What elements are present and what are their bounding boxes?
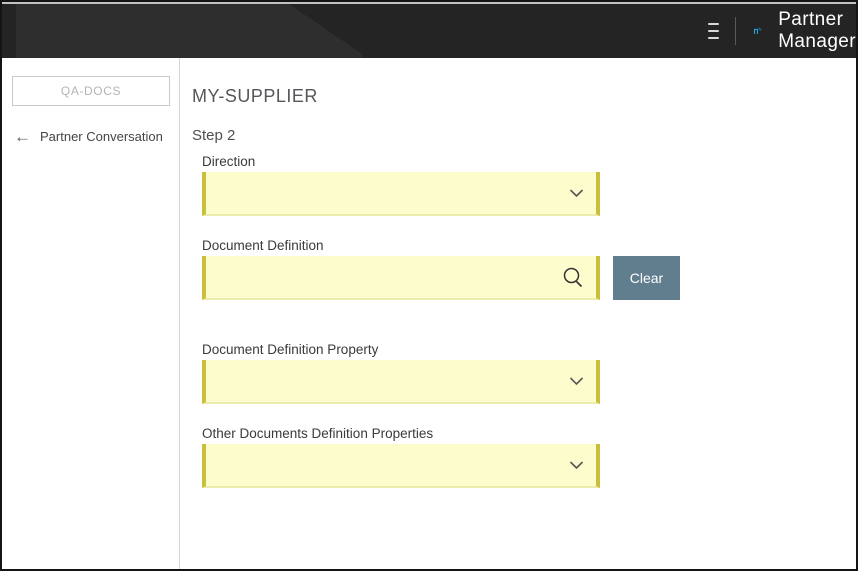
other-documents-definition-properties-field-group: Other Documents Definition Properties [202, 426, 856, 488]
menu-icon[interactable] [707, 18, 720, 44]
other-documents-definition-properties-input[interactable] [206, 444, 596, 486]
back-link-label: Partner Conversation [40, 129, 163, 144]
document-definition-property-field-group: Document Definition Property [202, 342, 856, 404]
content-area: QA-DOCS ← Partner Conversation MY-SUPPLI… [2, 58, 856, 569]
main-panel: MY-SUPPLIER Step 2 Direction Document De… [180, 58, 856, 569]
document-definition-property-input[interactable] [206, 360, 596, 402]
document-definition-field-group: Document Definition Clear [202, 238, 856, 300]
direction-select[interactable] [202, 172, 600, 216]
back-arrow-icon: ← [14, 127, 31, 146]
header-diagonal-accent-right [362, 4, 708, 58]
app-header: Partner Manager [2, 4, 856, 58]
other-documents-definition-properties-select[interactable] [202, 444, 600, 488]
step2-form: Direction Document Definition Clear Docu… [202, 154, 856, 488]
app-window: Partner Manager QA-DOCS ← Partner Conver… [0, 0, 858, 571]
chevron-down-icon[interactable] [569, 461, 584, 470]
chevron-down-icon[interactable] [569, 189, 584, 198]
document-definition-property-label: Document Definition Property [202, 342, 379, 357]
app-logo-icon [753, 27, 762, 34]
app-title: Partner Manager [778, 9, 856, 52]
clear-button[interactable]: Clear [613, 256, 680, 300]
document-definition-row: Clear [202, 256, 856, 300]
document-definition-search-field[interactable] [202, 256, 600, 300]
step-title: Step 2 [192, 127, 236, 144]
direction-label: Direction [202, 154, 256, 169]
sidebar: QA-DOCS ← Partner Conversation [2, 58, 180, 569]
chevron-down-icon[interactable] [569, 377, 584, 386]
other-documents-definition-properties-label: Other Documents Definition Properties [202, 426, 434, 441]
direction-input[interactable] [206, 172, 596, 214]
search-icon[interactable] [562, 266, 584, 288]
document-definition-label: Document Definition [202, 238, 324, 253]
back-to-partner-conversation-link[interactable]: ← Partner Conversation [14, 128, 169, 145]
header-diagonal-accent-left [16, 4, 362, 58]
direction-field-group: Direction [202, 154, 856, 216]
page-title: MY-SUPPLIER [192, 86, 318, 106]
document-definition-property-select[interactable] [202, 360, 600, 404]
partner-name-button[interactable]: QA-DOCS [12, 76, 170, 106]
document-definition-input[interactable] [206, 256, 596, 298]
